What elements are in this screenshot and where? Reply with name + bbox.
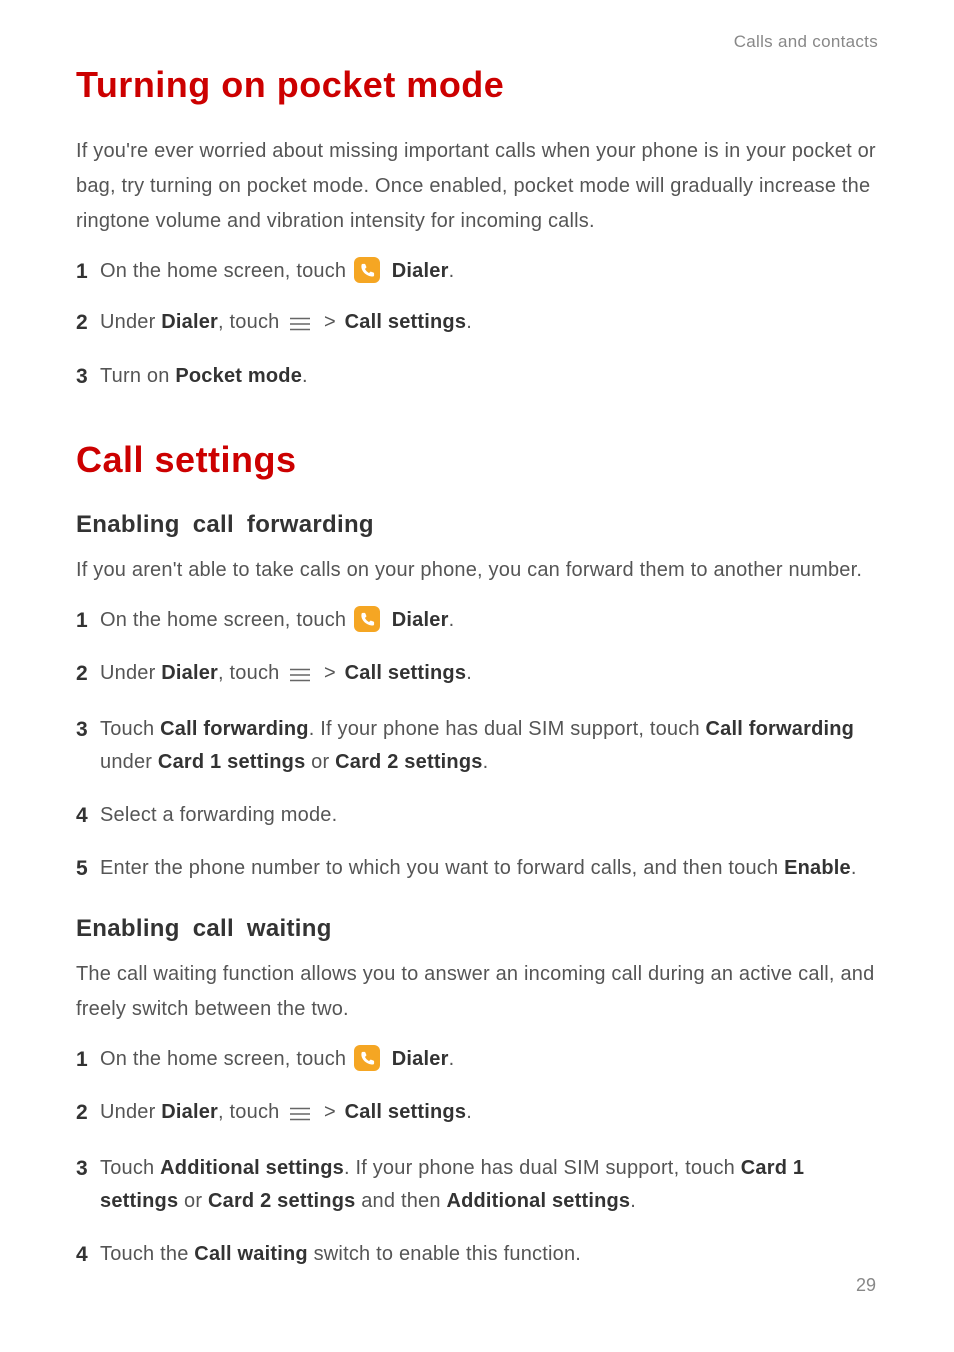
step-text: Touch: [100, 1157, 160, 1179]
step-text: .: [851, 857, 857, 879]
bold-text: Dialer: [161, 311, 218, 333]
step-text: Under: [100, 662, 161, 684]
steps-list-call-waiting: On the home screen, touch Dialer. Under …: [76, 1043, 878, 1271]
bold-text: Additional settings: [446, 1190, 630, 1212]
bold-text: Dialer: [392, 260, 449, 282]
step-text: .: [466, 311, 472, 333]
step-text: .: [449, 1048, 455, 1070]
step-text: Under: [100, 1101, 161, 1123]
subsection-title-call-waiting: Enabling call waiting: [76, 915, 878, 943]
menu-icon: [289, 660, 311, 693]
step-text: .: [449, 260, 455, 282]
step-item: Touch Additional settings. If your phone…: [76, 1152, 878, 1218]
step-text: , touch: [218, 311, 285, 333]
section-title-pocket-mode: Turning on pocket mode: [76, 64, 878, 106]
step-text: , touch: [218, 1101, 285, 1123]
step-text: .: [630, 1190, 636, 1212]
step-text: .: [466, 662, 472, 684]
step-text: . If your phone has dual SIM support, to…: [309, 718, 706, 740]
step-item: On the home screen, touch Dialer.: [76, 604, 878, 637]
step-item: Under Dialer, touch > Call settings.: [76, 1096, 878, 1132]
section-intro: If you're ever worried about missing imp…: [76, 134, 878, 239]
manual-page: Calls and contacts Turning on pocket mod…: [0, 0, 954, 1352]
step-item: Touch the Call waiting switch to enable …: [76, 1238, 878, 1271]
step-text: .: [302, 365, 308, 387]
step-text: or: [178, 1190, 208, 1212]
step-text: and then: [355, 1190, 446, 1212]
bold-text: Call forwarding: [160, 718, 309, 740]
dialer-icon: [354, 606, 380, 632]
step-text: . If your phone has dual SIM support, to…: [344, 1157, 741, 1179]
bold-text: Enable: [784, 857, 851, 879]
step-item: Select a forwarding mode.: [76, 799, 878, 832]
step-text: On the home screen, touch: [100, 260, 352, 282]
step-text: , touch: [218, 662, 285, 684]
bold-text: Call settings: [345, 311, 467, 333]
bold-text: Call settings: [345, 1101, 467, 1123]
step-item: On the home screen, touch Dialer.: [76, 255, 878, 288]
steps-list-call-forwarding: On the home screen, touch Dialer. Under …: [76, 604, 878, 885]
bold-text: Call forwarding: [706, 718, 855, 740]
step-text: Enter the phone number to which you want…: [100, 857, 784, 879]
bold-text: Card 2 settings: [208, 1190, 355, 1212]
step-item: Enter the phone number to which you want…: [76, 852, 878, 885]
steps-list-pocket-mode: On the home screen, touch Dialer. Under …: [76, 255, 878, 393]
subsection-intro: The call waiting function allows you to …: [76, 957, 878, 1027]
step-text: Touch: [100, 718, 160, 740]
chevron-right-icon: >: [324, 662, 336, 684]
bold-text: Call settings: [345, 662, 467, 684]
menu-icon: [289, 309, 311, 342]
subsection-title-call-forwarding: Enabling call forwarding: [76, 511, 878, 539]
chevron-right-icon: >: [324, 311, 336, 333]
step-text: under: [100, 751, 158, 773]
dialer-icon: [354, 1045, 380, 1071]
bold-text: Dialer: [161, 1101, 218, 1123]
menu-icon: [289, 1099, 311, 1132]
bold-text: Pocket mode: [175, 365, 302, 387]
step-item: On the home screen, touch Dialer.: [76, 1043, 878, 1076]
step-text: .: [483, 751, 489, 773]
bold-text: Card 2 settings: [335, 751, 482, 773]
step-text: Under: [100, 311, 161, 333]
bold-text: Additional settings: [160, 1157, 344, 1179]
chevron-right-icon: >: [324, 1101, 336, 1123]
bold-text: Dialer: [392, 1048, 449, 1070]
step-text: On the home screen, touch: [100, 1048, 352, 1070]
step-text: .: [449, 609, 455, 631]
bold-text: Call waiting: [194, 1243, 308, 1265]
step-item: Touch Call forwarding. If your phone has…: [76, 713, 878, 779]
step-text: Touch the: [100, 1243, 194, 1265]
step-item: Under Dialer, touch > Call settings.: [76, 657, 878, 693]
step-text: switch to enable this function.: [308, 1243, 581, 1265]
step-item: Turn on Pocket mode.: [76, 360, 878, 393]
bold-text: Dialer: [392, 609, 449, 631]
step-text: Select a forwarding mode.: [100, 804, 337, 826]
breadcrumb: Calls and contacts: [76, 32, 878, 52]
step-text: On the home screen, touch: [100, 609, 352, 631]
section-title-call-settings: Call settings: [76, 439, 878, 481]
step-text: or: [305, 751, 335, 773]
bold-text: Dialer: [161, 662, 218, 684]
page-number: 29: [856, 1275, 876, 1296]
step-item: Under Dialer, touch > Call settings.: [76, 306, 878, 342]
step-text: .: [466, 1101, 472, 1123]
step-text: Turn on: [100, 365, 175, 387]
bold-text: Card 1 settings: [158, 751, 305, 773]
subsection-intro: If you aren't able to take calls on your…: [76, 553, 878, 588]
dialer-icon: [354, 257, 380, 283]
